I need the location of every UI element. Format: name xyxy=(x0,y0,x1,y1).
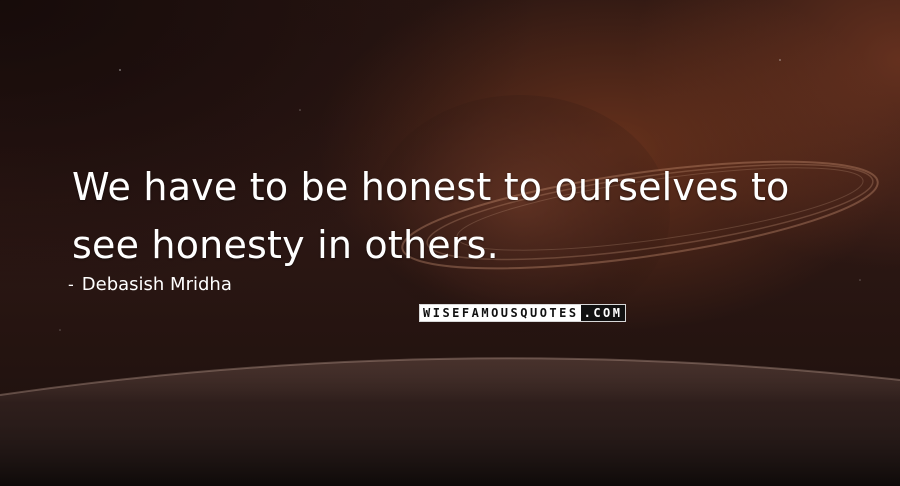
watermark-domain: .COM xyxy=(580,305,625,321)
quote-text: We have to be honest to ourselves to see… xyxy=(72,165,790,267)
dash-icon: - xyxy=(68,274,74,294)
quote-container: We have to be honest to ourselves to see… xyxy=(72,158,852,274)
watermark-text: WISEFAMOUSQUOTES xyxy=(420,305,581,321)
quote-card: We have to be honest to ourselves to see… xyxy=(0,0,900,486)
author-line: - Debasish Mridha xyxy=(68,274,232,295)
author-name: Debasish Mridha xyxy=(81,274,232,295)
watermark-logo: WISEFAMOUSQUOTES .COM xyxy=(419,304,626,322)
